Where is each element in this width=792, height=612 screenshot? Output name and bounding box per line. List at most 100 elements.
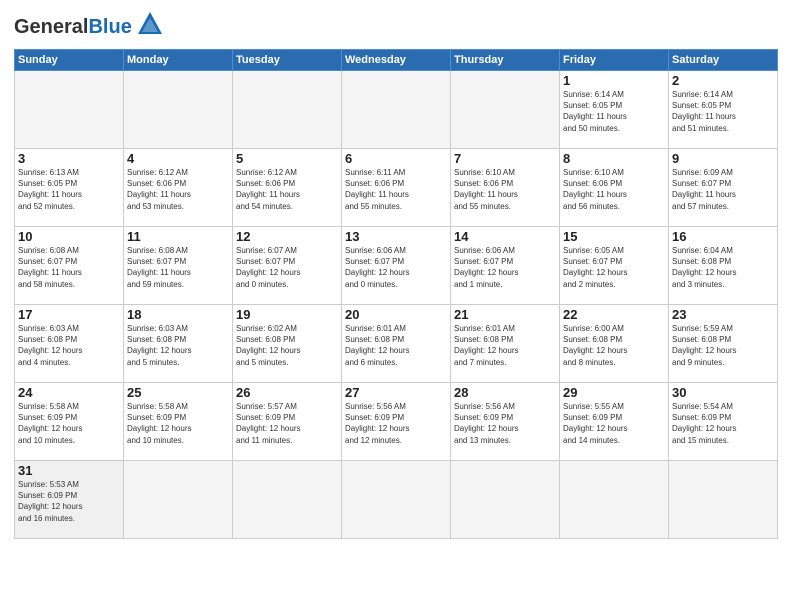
calendar-cell: 10Sunrise: 6:08 AM Sunset: 6:07 PM Dayli… [15, 227, 124, 305]
calendar-cell: 24Sunrise: 5:58 AM Sunset: 6:09 PM Dayli… [15, 383, 124, 461]
calendar-cell: 25Sunrise: 5:58 AM Sunset: 6:09 PM Dayli… [124, 383, 233, 461]
weekday-header-thursday: Thursday [451, 50, 560, 71]
header: GeneralBlue [14, 10, 778, 43]
day-number: 21 [454, 307, 556, 322]
day-number: 11 [127, 229, 229, 244]
day-number: 3 [18, 151, 120, 166]
calendar-cell: 23Sunrise: 5:59 AM Sunset: 6:08 PM Dayli… [669, 305, 778, 383]
day-number: 2 [672, 73, 774, 88]
day-info: Sunrise: 5:53 AM Sunset: 6:09 PM Dayligh… [18, 479, 120, 524]
calendar-body: 1 Sunrise: 6:14 AM Sunset: 6:05 PM Daylig… [15, 71, 778, 539]
day-info: Sunrise: 6:03 AM Sunset: 6:08 PM Dayligh… [18, 323, 120, 368]
logo-wrapper: GeneralBlue [14, 10, 164, 43]
logo-icon [136, 10, 164, 43]
calendar-cell: 1Sunrise: 6:14 AM Sunset: 6:05 PM Daylig… [560, 71, 669, 149]
logo-general: General [14, 16, 88, 38]
weekday-header-row: SundayMondayTuesdayWednesdayThursdayFrid… [15, 50, 778, 71]
day-info: Sunrise: 6:12 AM Sunset: 6:06 PM Dayligh… [127, 167, 229, 212]
day-number: 24 [18, 385, 120, 400]
week-row-1: 3Sunrise: 6:13 AM Sunset: 6:05 PM Daylig… [15, 149, 778, 227]
calendar-cell: 6Sunrise: 6:11 AM Sunset: 6:06 PM Daylig… [342, 149, 451, 227]
day-info: Sunrise: 6:03 AM Sunset: 6:08 PM Dayligh… [127, 323, 229, 368]
week-row-5: 31Sunrise: 5:53 AM Sunset: 6:09 PM Dayli… [15, 461, 778, 539]
calendar-table: SundayMondayTuesdayWednesdayThursdayFrid… [14, 49, 778, 539]
day-info: Sunrise: 6:10 AM Sunset: 6:06 PM Dayligh… [563, 167, 665, 212]
weekday-header-sunday: Sunday [15, 50, 124, 71]
calendar-cell: 2Sunrise: 6:14 AM Sunset: 6:05 PM Daylig… [669, 71, 778, 149]
day-number: 30 [672, 385, 774, 400]
day-number: 8 [563, 151, 665, 166]
calendar-cell: 8Sunrise: 6:10 AM Sunset: 6:06 PM Daylig… [560, 149, 669, 227]
day-info: Sunrise: 5:56 AM Sunset: 6:09 PM Dayligh… [345, 401, 447, 446]
day-info: Sunrise: 6:13 AM Sunset: 6:05 PM Dayligh… [18, 167, 120, 212]
day-number: 13 [345, 229, 447, 244]
day-number: 10 [18, 229, 120, 244]
day-number: 15 [563, 229, 665, 244]
day-info: Sunrise: 6:14 AM Sunset: 6:05 PM Dayligh… [672, 89, 774, 134]
day-number: 22 [563, 307, 665, 322]
day-info: Sunrise: 6:08 AM Sunset: 6:07 PM Dayligh… [18, 245, 120, 290]
week-row-2: 10Sunrise: 6:08 AM Sunset: 6:07 PM Dayli… [15, 227, 778, 305]
day-number: 31 [18, 463, 120, 478]
day-info: Sunrise: 5:55 AM Sunset: 6:09 PM Dayligh… [563, 401, 665, 446]
calendar-cell: 16Sunrise: 6:04 AM Sunset: 6:08 PM Dayli… [669, 227, 778, 305]
day-info: Sunrise: 6:06 AM Sunset: 6:07 PM Dayligh… [454, 245, 556, 290]
calendar-cell [124, 71, 233, 149]
day-number: 17 [18, 307, 120, 322]
day-number: 19 [236, 307, 338, 322]
calendar-cell [233, 71, 342, 149]
calendar-cell: 31Sunrise: 5:53 AM Sunset: 6:09 PM Dayli… [15, 461, 124, 539]
calendar-cell: 14Sunrise: 6:06 AM Sunset: 6:07 PM Dayli… [451, 227, 560, 305]
logo-blue-text: Blue [88, 16, 131, 38]
calendar-cell [451, 71, 560, 149]
calendar-cell [15, 71, 124, 149]
weekday-header-tuesday: Tuesday [233, 50, 342, 71]
calendar-cell: 19Sunrise: 6:02 AM Sunset: 6:08 PM Dayli… [233, 305, 342, 383]
day-number: 7 [454, 151, 556, 166]
calendar-cell [342, 461, 451, 539]
calendar-cell: 30Sunrise: 5:54 AM Sunset: 6:09 PM Dayli… [669, 383, 778, 461]
day-number: 6 [345, 151, 447, 166]
day-number: 5 [236, 151, 338, 166]
calendar-cell: 4Sunrise: 6:12 AM Sunset: 6:06 PM Daylig… [124, 149, 233, 227]
calendar-cell: 15Sunrise: 6:05 AM Sunset: 6:07 PM Dayli… [560, 227, 669, 305]
day-info: Sunrise: 6:02 AM Sunset: 6:08 PM Dayligh… [236, 323, 338, 368]
logo-area: GeneralBlue [14, 10, 164, 43]
day-number: 27 [345, 385, 447, 400]
day-number: 12 [236, 229, 338, 244]
calendar-cell: 9Sunrise: 6:09 AM Sunset: 6:07 PM Daylig… [669, 149, 778, 227]
day-number: 26 [236, 385, 338, 400]
calendar-cell: 13Sunrise: 6:06 AM Sunset: 6:07 PM Dayli… [342, 227, 451, 305]
weekday-header-saturday: Saturday [669, 50, 778, 71]
calendar-cell: 3Sunrise: 6:13 AM Sunset: 6:05 PM Daylig… [15, 149, 124, 227]
calendar-cell: 26Sunrise: 5:57 AM Sunset: 6:09 PM Dayli… [233, 383, 342, 461]
day-info: Sunrise: 6:00 AM Sunset: 6:08 PM Dayligh… [563, 323, 665, 368]
day-number: 28 [454, 385, 556, 400]
day-info: Sunrise: 6:07 AM Sunset: 6:07 PM Dayligh… [236, 245, 338, 290]
day-info: Sunrise: 5:57 AM Sunset: 6:09 PM Dayligh… [236, 401, 338, 446]
calendar-cell: 21Sunrise: 6:01 AM Sunset: 6:08 PM Dayli… [451, 305, 560, 383]
day-number: 25 [127, 385, 229, 400]
calendar-cell: 11Sunrise: 6:08 AM Sunset: 6:07 PM Dayli… [124, 227, 233, 305]
logo-text: GeneralBlue [14, 17, 132, 37]
week-row-3: 17Sunrise: 6:03 AM Sunset: 6:08 PM Dayli… [15, 305, 778, 383]
day-number: 14 [454, 229, 556, 244]
calendar-cell: 28Sunrise: 5:56 AM Sunset: 6:09 PM Dayli… [451, 383, 560, 461]
day-number: 1 [563, 73, 665, 88]
day-info: Sunrise: 6:10 AM Sunset: 6:06 PM Dayligh… [454, 167, 556, 212]
calendar-cell [669, 461, 778, 539]
day-number: 4 [127, 151, 229, 166]
day-info: Sunrise: 6:01 AM Sunset: 6:08 PM Dayligh… [454, 323, 556, 368]
calendar-cell: 27Sunrise: 5:56 AM Sunset: 6:09 PM Dayli… [342, 383, 451, 461]
day-info: Sunrise: 6:09 AM Sunset: 6:07 PM Dayligh… [672, 167, 774, 212]
calendar-cell [124, 461, 233, 539]
day-info: Sunrise: 6:08 AM Sunset: 6:07 PM Dayligh… [127, 245, 229, 290]
calendar-header: SundayMondayTuesdayWednesdayThursdayFrid… [15, 50, 778, 71]
calendar-cell: 12Sunrise: 6:07 AM Sunset: 6:07 PM Dayli… [233, 227, 342, 305]
calendar-cell [342, 71, 451, 149]
weekday-header-monday: Monday [124, 50, 233, 71]
day-info: Sunrise: 6:04 AM Sunset: 6:08 PM Dayligh… [672, 245, 774, 290]
calendar-cell [451, 461, 560, 539]
calendar-cell: 18Sunrise: 6:03 AM Sunset: 6:08 PM Dayli… [124, 305, 233, 383]
day-info: Sunrise: 5:58 AM Sunset: 6:09 PM Dayligh… [127, 401, 229, 446]
